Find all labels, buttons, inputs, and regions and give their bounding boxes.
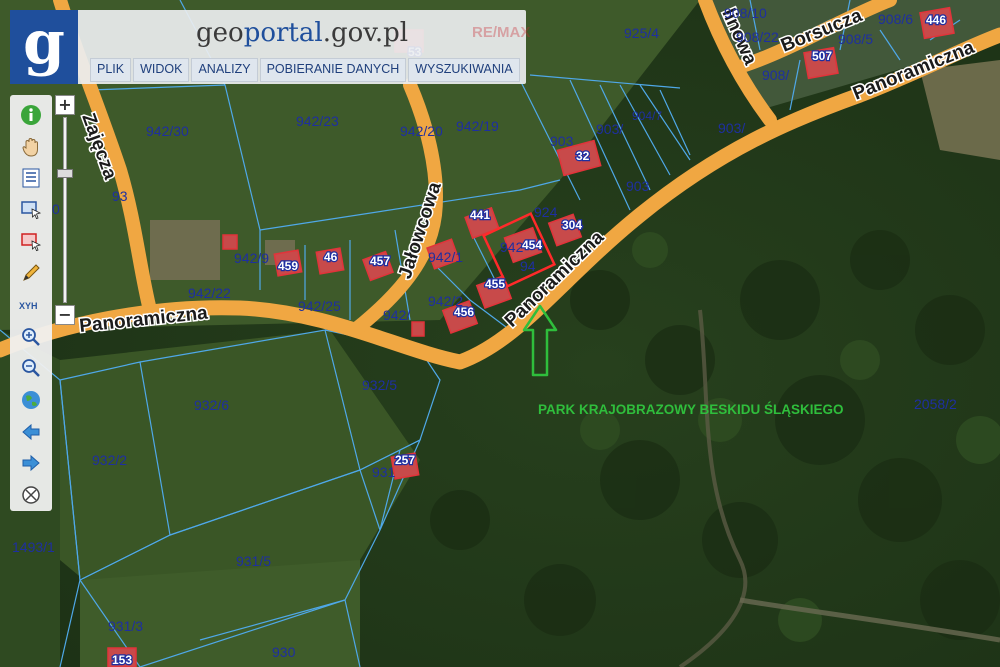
zoom-in-icon[interactable]: [17, 323, 45, 350]
building-number: 456: [454, 305, 474, 319]
parcel-label: 924: [534, 204, 558, 220]
parcel-label: 932/6: [194, 397, 229, 413]
parcel-label: 904/7: [632, 109, 662, 123]
select-rectangle-red-icon[interactable]: [17, 228, 45, 255]
parcel-label: 94: [520, 258, 536, 274]
app-header: g geoportal.gov.pl RE/MAX PLIK WIDOK ANA…: [10, 10, 530, 84]
logo-letter: g: [23, 8, 65, 78]
parcel-label: 931/5: [236, 553, 271, 569]
parcel-label: 903: [550, 133, 574, 149]
menu-plik[interactable]: PLIK: [90, 58, 132, 82]
parcel-label: 903: [626, 178, 650, 194]
parcel-label: 942/: [383, 307, 410, 323]
zoom-slider-track[interactable]: [63, 117, 67, 303]
xyh-label: XYH: [19, 301, 38, 311]
parcel-label: 942/19: [456, 118, 499, 134]
parcel-label: 908/22: [736, 29, 779, 45]
parcel-label: 908/10: [724, 5, 767, 21]
main-menu: PLIK WIDOK ANALIZY POBIERANIE DANYCH WYS…: [90, 58, 520, 82]
parcel-label: 932/2: [92, 452, 127, 468]
parcel-label: 908/: [762, 67, 789, 83]
hand-pan-icon[interactable]: [17, 133, 45, 160]
parcel-label: 942/23: [296, 113, 339, 129]
zoom-slider-handle[interactable]: [57, 168, 73, 178]
parcel-label: 925/4: [624, 25, 659, 41]
parcel-label: 908/6: [878, 11, 913, 27]
site-title-accent: portal: [243, 18, 323, 48]
parcel-label: 93: [112, 188, 128, 204]
building-number: 46: [324, 250, 338, 264]
building-number: 153: [112, 653, 132, 667]
arrow-left-icon[interactable]: [17, 418, 45, 445]
site-title-suffix: .gov.pl: [322, 18, 409, 48]
parcel-label: 942: [500, 239, 524, 255]
pencil-icon[interactable]: [17, 260, 45, 287]
parcel-label: 903/: [718, 120, 745, 136]
parcel-label: 932/5: [362, 377, 397, 393]
satellite-map[interactable]: Panoramiczna Panoramiczna Panoramiczna Z…: [0, 0, 1000, 667]
parcel-label: 2058/2: [914, 396, 957, 412]
menu-pobieranie-danych[interactable]: POBIERANIE DANYCH: [259, 58, 407, 82]
zoom-minus-button[interactable]: −: [55, 305, 75, 325]
select-rectangle-icon[interactable]: [17, 197, 45, 224]
parcel-label: 942/1: [428, 249, 463, 265]
list-icon[interactable]: [17, 165, 45, 192]
parcel-label: 1493/1: [12, 539, 55, 555]
crosshair-icon[interactable]: [17, 482, 45, 509]
building-number: 459: [278, 259, 298, 273]
building-number: 446: [926, 13, 946, 27]
parcel-label: 903/: [596, 121, 623, 137]
zoom-plus-button[interactable]: +: [55, 95, 75, 115]
parcel-label: 942/22: [188, 285, 231, 301]
zoom-control: + −: [55, 95, 77, 327]
arrow-right-icon[interactable]: [17, 450, 45, 477]
globe-icon[interactable]: [17, 387, 45, 414]
map-toolbar: XYH: [10, 95, 52, 511]
building-number: 32: [576, 149, 590, 163]
parcel-label: 931/3: [108, 618, 143, 634]
menu-widok[interactable]: WIDOK: [133, 58, 190, 82]
remax-watermark: RE/MAX: [472, 24, 531, 41]
building-number: 457: [370, 254, 390, 268]
building-number: 441: [470, 208, 490, 222]
menu-analizy[interactable]: ANALIZY: [191, 58, 258, 82]
building-number: 455: [485, 277, 505, 291]
building-number: 454: [522, 238, 542, 252]
park-label: PARK KRAJOBRAZOWY BESKIDU ŚLĄSKIEGO: [538, 402, 844, 417]
building-number: 257: [395, 453, 415, 467]
building-number: 304: [562, 218, 582, 232]
zoom-out-icon[interactable]: [17, 355, 45, 382]
parcel-label: 931: [372, 464, 396, 480]
building-number: 507: [812, 49, 832, 63]
site-title-prefix: geo: [196, 18, 244, 48]
geoportal-logo[interactable]: g: [10, 10, 78, 84]
parcel-label: 942/9: [234, 250, 269, 266]
parcel-label: 908/5: [838, 31, 873, 47]
parcel-label: 942/20: [400, 123, 443, 139]
site-title: geoportal.gov.pl: [196, 18, 408, 48]
parcel-label: 930: [272, 644, 296, 660]
info-icon[interactable]: [17, 102, 45, 129]
parcel-label: 942/30: [146, 123, 189, 139]
parcel-label: 942/25: [298, 298, 341, 314]
xyh-coordinates-icon[interactable]: XYH: [17, 292, 45, 319]
menu-wyszukiwania[interactable]: WYSZUKIWANIA: [408, 58, 520, 82]
